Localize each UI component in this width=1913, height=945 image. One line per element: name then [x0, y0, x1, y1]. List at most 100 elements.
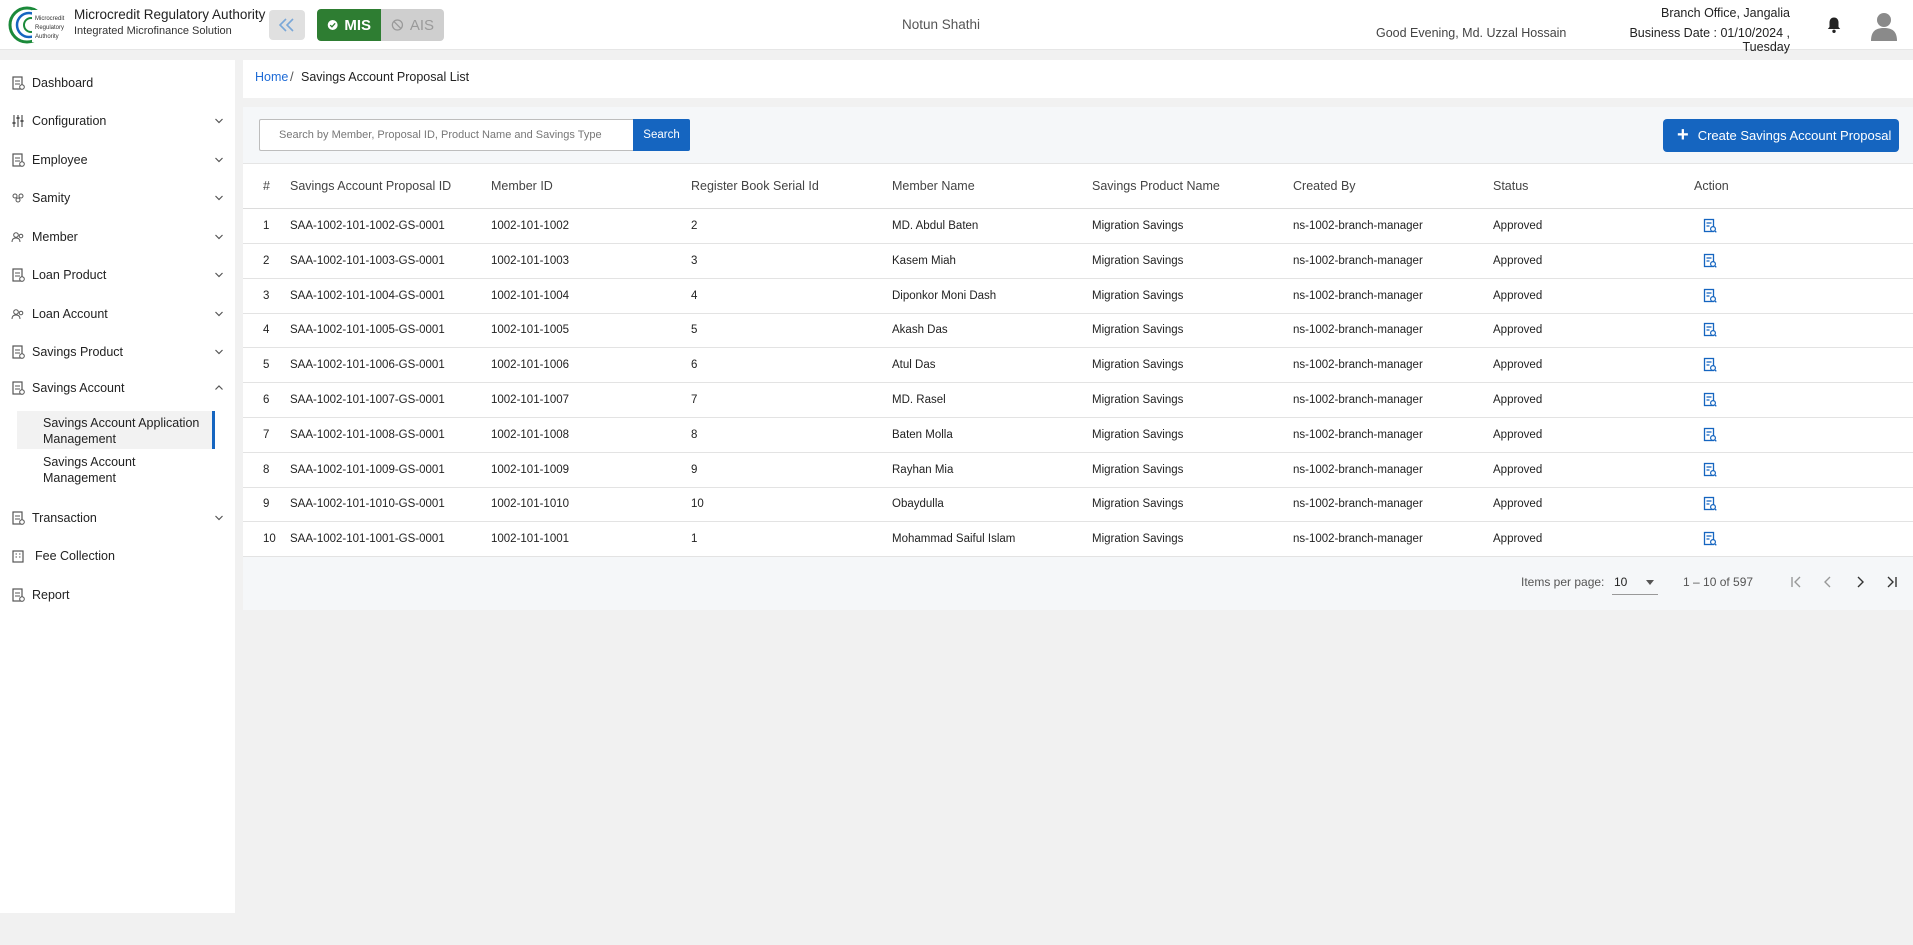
sidebar-item-label: Samity — [32, 191, 71, 205]
column-header-member-name[interactable]: Member Name — [892, 179, 975, 193]
created-by-cell: ns-1002-branch-manager — [1293, 428, 1423, 441]
register-serial-cell: 1 — [691, 533, 698, 546]
page-size-select[interactable]: 10 — [1612, 569, 1658, 595]
view-document-icon[interactable] — [1703, 357, 1717, 373]
create-savings-proposal-button[interactable]: + Create Savings Account Proposal — [1663, 119, 1899, 152]
proposal-id-cell: SAA-1002-101-1010-GS-0001 — [290, 498, 445, 511]
search-button[interactable]: Search — [633, 119, 690, 151]
sidebar-item-member[interactable]: Member — [0, 222, 235, 252]
user-greeting: Good Evening, Md. Uzzal Hossain — [1376, 26, 1567, 40]
status-cell: Approved — [1493, 324, 1543, 337]
view-document-icon[interactable] — [1703, 322, 1717, 338]
register-serial-cell: 6 — [691, 359, 698, 372]
row-index: 4 — [263, 324, 270, 337]
chevron-down-icon — [215, 272, 223, 278]
sidebar-item-fee-collection[interactable]: Fee Collection — [0, 541, 235, 571]
column-header-status[interactable]: Status — [1493, 179, 1528, 193]
column-header-product-name[interactable]: Savings Product Name — [1092, 179, 1220, 193]
column-header-proposal-id[interactable]: Savings Account Proposal ID — [290, 179, 451, 193]
search-input[interactable] — [259, 119, 635, 151]
building-icon — [12, 550, 24, 563]
register-serial-cell: 10 — [691, 498, 704, 511]
sidebar-item-loan-account[interactable]: Loan Account — [0, 299, 235, 329]
dropdown-caret-icon — [1646, 580, 1654, 585]
column-header-created-by[interactable]: Created By — [1293, 179, 1356, 193]
chevron-down-icon — [215, 118, 223, 124]
mra-logo: Microcredit Regulatory Authority — [8, 6, 68, 44]
view-document-icon[interactable] — [1703, 288, 1717, 304]
created-by-cell: ns-1002-branch-manager — [1293, 463, 1423, 476]
column-header-register-serial[interactable]: Register Book Serial Id — [691, 179, 819, 193]
sidebar-item-savings-account[interactable]: Savings Account — [0, 373, 235, 403]
table-header: # Savings Account Proposal ID Member ID … — [243, 164, 1913, 209]
view-document-icon[interactable] — [1703, 531, 1717, 547]
view-document-icon[interactable] — [1703, 392, 1717, 408]
created-by-cell: ns-1002-branch-manager — [1293, 324, 1423, 337]
sidebar-item-dashboard[interactable]: Dashboard — [0, 68, 235, 98]
sidebar-subitem-savings-account-management[interactable]: Savings Account Management — [17, 450, 215, 488]
chevron-right-icon — [1857, 576, 1864, 588]
sidebar-item-label: Transaction — [32, 511, 97, 525]
member-name-cell: Akash Das — [892, 324, 948, 337]
document-icon — [12, 345, 25, 359]
view-document-icon[interactable] — [1703, 218, 1717, 234]
app-name: Notun Shathi — [902, 17, 981, 32]
page-title: Savings Account Proposal List — [301, 70, 470, 84]
column-header-member-id[interactable]: Member ID — [491, 179, 553, 193]
sidebar-subitem-label: Savings Account Application Management — [43, 416, 200, 446]
register-serial-cell: 2 — [691, 220, 698, 232]
row-index: 8 — [263, 463, 270, 476]
sidebar-item-configuration[interactable]: Configuration — [0, 106, 235, 136]
created-by-cell: ns-1002-branch-manager — [1293, 498, 1423, 511]
breadcrumb-home-link[interactable]: Home — [255, 70, 288, 84]
row-index: 2 — [263, 254, 270, 267]
main-panel: Search + Create Savings Account Proposal… — [243, 107, 1913, 610]
sidebar-item-label: Loan Account — [32, 307, 108, 321]
member-id-cell: 1002-101-1006 — [491, 359, 570, 372]
sidebar: Dashboard Configuration Employee Samity … — [0, 60, 235, 913]
sidebar-item-loan-product[interactable]: Loan Product — [0, 260, 235, 290]
notification-bell-icon[interactable] — [1826, 16, 1842, 34]
last-page-icon — [1887, 576, 1897, 588]
view-document-icon[interactable] — [1703, 253, 1717, 269]
proposal-id-cell: SAA-1002-101-1004-GS-0001 — [290, 289, 445, 302]
previous-page-button[interactable] — [1817, 571, 1839, 593]
chevron-down-icon — [215, 195, 223, 201]
proposal-id-cell: SAA-1002-101-1006-GS-0001 — [290, 359, 445, 372]
chevron-down-icon — [215, 234, 223, 240]
column-header-action: Action — [1694, 179, 1729, 193]
member-id-cell: 1002-101-1005 — [491, 324, 570, 337]
mis-mode-button[interactable]: MIS — [317, 9, 381, 41]
member-name-cell: MD. Rasel — [892, 394, 946, 406]
product-name-cell: Migration Savings — [1092, 463, 1184, 476]
top-header: Microcredit Regulatory Authority Microcr… — [0, 0, 1913, 54]
member-name-cell: Diponkor Moni Dash — [892, 289, 997, 302]
sidebar-subitem-savings-application-management[interactable]: Savings Account Application Management — [17, 411, 215, 449]
view-document-icon[interactable] — [1703, 496, 1717, 512]
created-by-cell: ns-1002-branch-manager — [1293, 394, 1423, 406]
sidebar-item-report[interactable]: Report — [0, 580, 235, 610]
table-row: 7 SAA-1002-101-1008-GS-0001 1002-101-1008 8… — [243, 418, 1913, 453]
sidebar-item-label: Dashboard — [32, 76, 94, 90]
sidebar-item-label: Savings Account — [32, 381, 125, 395]
user-avatar-icon[interactable] — [1870, 11, 1898, 41]
next-page-button[interactable] — [1849, 571, 1871, 593]
active-indicator — [212, 411, 215, 449]
status-cell: Approved — [1493, 394, 1543, 406]
member-name-cell: Rayhan Mia — [892, 463, 954, 476]
status-cell: Approved — [1493, 498, 1543, 511]
proposal-id-cell: SAA-1002-101-1007-GS-0001 — [290, 394, 445, 406]
sidebar-item-samity[interactable]: Samity — [0, 183, 235, 213]
sidebar-item-savings-product[interactable]: Savings Product — [0, 337, 235, 367]
sidebar-item-employee[interactable]: Employee — [0, 145, 235, 175]
last-page-button[interactable] — [1881, 571, 1903, 593]
first-page-button[interactable] — [1785, 571, 1807, 593]
view-document-icon[interactable] — [1703, 427, 1717, 443]
proposal-id-cell: SAA-1002-101-1003-GS-0001 — [290, 254, 445, 267]
collapse-sidebar-button[interactable] — [269, 10, 305, 40]
chevron-down-icon — [215, 157, 223, 163]
view-document-icon[interactable] — [1703, 462, 1717, 478]
sidebar-item-transaction[interactable]: Transaction — [0, 503, 235, 533]
status-cell: Approved — [1493, 289, 1543, 302]
ais-mode-button[interactable]: AIS — [381, 9, 444, 41]
